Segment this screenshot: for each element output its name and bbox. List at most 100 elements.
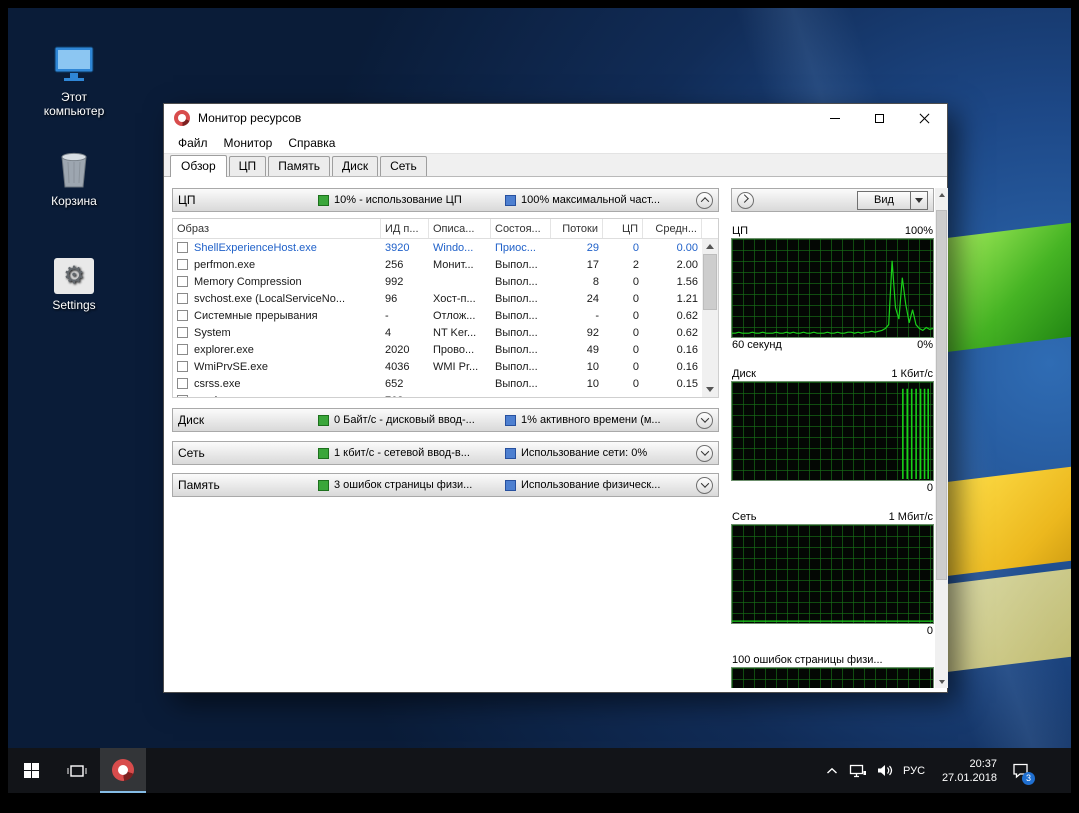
chevron-down-icon xyxy=(700,414,708,422)
scroll-down-icon[interactable] xyxy=(702,382,718,397)
desktop-icon-settings[interactable]: ⚙ Settings xyxy=(32,250,116,312)
process-description: Хост-п... xyxy=(429,293,491,305)
process-threads: 49 xyxy=(551,344,603,356)
tab-disk[interactable]: Диск xyxy=(332,156,378,176)
column-description[interactable]: Описа... xyxy=(429,219,491,238)
process-row[interactable]: Memory Compression 992 Выпол... 8 0 1.56 xyxy=(173,273,702,290)
process-checkbox[interactable] xyxy=(177,242,188,253)
scroll-up-icon[interactable] xyxy=(935,188,948,201)
disk-section-title: Диск xyxy=(178,413,318,427)
memory-section-header[interactable]: Память 3 ошибок страницы физи... Использ… xyxy=(172,473,719,497)
process-row[interactable]: ShellExperienceHost.exe 3920 Windo... Пр… xyxy=(173,239,702,256)
this-pc-icon xyxy=(32,42,116,86)
process-name: csrss.exe xyxy=(194,378,240,390)
process-checkbox[interactable] xyxy=(177,344,188,355)
maximize-icon xyxy=(875,114,884,123)
network-tray-button[interactable] xyxy=(845,748,871,793)
process-cpu: 0 xyxy=(603,276,643,288)
scrollbar-thumb[interactable] xyxy=(936,210,947,580)
tab-network[interactable]: Сеть xyxy=(380,156,427,176)
view-dropdown-arrow[interactable] xyxy=(911,191,928,210)
column-average[interactable]: Средн... xyxy=(643,219,702,238)
scroll-up-icon[interactable] xyxy=(702,239,718,254)
close-button[interactable] xyxy=(902,104,947,132)
expand-memory-section-button[interactable] xyxy=(696,477,713,494)
cpu-section-title: ЦП xyxy=(178,193,318,207)
column-status[interactable]: Состоя... xyxy=(491,219,551,238)
chevron-right-icon xyxy=(740,194,748,202)
volume-tray-button[interactable] xyxy=(871,748,897,793)
process-row[interactable]: explorer.exe 2020 Прово... Выпол... 49 0… xyxy=(173,341,702,358)
menu-file[interactable]: Файл xyxy=(170,136,216,150)
menu-help[interactable]: Справка xyxy=(280,136,343,150)
start-button[interactable] xyxy=(8,748,54,793)
tab-memory[interactable]: Память xyxy=(268,156,330,176)
process-average-cpu: 0.16 xyxy=(643,344,702,356)
process-checkbox[interactable] xyxy=(177,395,188,398)
network-icon xyxy=(849,763,867,779)
scrollbar-thumb[interactable] xyxy=(703,254,717,310)
desktop-icon-this-pc[interactable]: Этот компьютер xyxy=(32,42,116,118)
disk-section-header[interactable]: Диск 0 Байт/с - дисковый ввод-... 1% акт… xyxy=(172,408,719,432)
process-checkbox[interactable] xyxy=(177,327,188,338)
cpu-usage-graph xyxy=(731,238,934,338)
chevron-up-icon xyxy=(700,197,708,205)
process-name: Memory Compression xyxy=(194,276,302,288)
process-threads: - xyxy=(551,310,603,322)
process-cpu: 0 xyxy=(603,310,643,322)
process-row[interactable]: services.exe 768 xyxy=(173,392,702,397)
process-checkbox[interactable] xyxy=(177,310,188,321)
process-pid: - xyxy=(381,310,429,322)
column-cpu[interactable]: ЦП xyxy=(603,219,643,238)
network-section-header[interactable]: Сеть 1 кбит/с - сетевой ввод-в... Исполь… xyxy=(172,441,719,465)
overview-left-panel: ЦП 10% - использование ЦП 100% максималь… xyxy=(172,188,719,497)
task-view-button[interactable] xyxy=(54,748,100,793)
chevron-down-icon xyxy=(700,479,708,487)
menu-monitor[interactable]: Монитор xyxy=(216,136,281,150)
view-dropdown-button[interactable]: Вид xyxy=(857,191,928,210)
process-pid: 3920 xyxy=(381,242,429,254)
process-status: Выпол... xyxy=(491,276,551,288)
column-pid[interactable]: ИД п... xyxy=(381,219,429,238)
collapse-graphs-panel-button[interactable] xyxy=(737,192,754,209)
language-indicator[interactable]: РУС xyxy=(897,765,931,777)
process-threads: 29 xyxy=(551,242,603,254)
cpu-graph-title: ЦП xyxy=(732,225,748,237)
collapse-cpu-section-button[interactable] xyxy=(696,192,713,209)
process-threads: 92 xyxy=(551,327,603,339)
process-row[interactable]: csrss.exe 652 Выпол... 10 0 0.15 xyxy=(173,375,702,392)
process-checkbox[interactable] xyxy=(177,276,188,287)
action-center-button[interactable]: 3 xyxy=(1003,748,1037,793)
panel-scrollbar[interactable] xyxy=(935,188,948,688)
table-scrollbar[interactable] xyxy=(702,239,718,397)
maximize-button[interactable] xyxy=(857,104,902,132)
process-checkbox[interactable] xyxy=(177,293,188,304)
scroll-down-icon[interactable] xyxy=(935,675,948,688)
desktop-icon-recycle-bin[interactable]: Корзина xyxy=(32,146,116,208)
process-checkbox[interactable] xyxy=(177,259,188,270)
show-hidden-icons-button[interactable] xyxy=(819,748,845,793)
taskbar-resource-monitor-button[interactable] xyxy=(100,748,146,793)
process-row[interactable]: perfmon.exe 256 Монит... Выпол... 17 2 2… xyxy=(173,256,702,273)
process-checkbox[interactable] xyxy=(177,378,188,389)
cpu-section-header[interactable]: ЦП 10% - использование ЦП 100% максималь… xyxy=(172,188,719,212)
process-name: services.exe xyxy=(194,395,255,398)
expand-disk-section-button[interactable] xyxy=(696,412,713,429)
window-titlebar[interactable]: Монитор ресурсов xyxy=(164,104,947,132)
task-view-icon xyxy=(67,763,87,779)
cpu-graph-min: 0% xyxy=(917,339,933,351)
column-image[interactable]: Образ xyxy=(173,219,381,238)
process-row[interactable]: System 4 NT Ker... Выпол... 92 0 0.62 xyxy=(173,324,702,341)
process-row[interactable]: Системные прерывания - Отлож... Выпол...… xyxy=(173,307,702,324)
expand-network-section-button[interactable] xyxy=(696,445,713,462)
process-checkbox[interactable] xyxy=(177,361,188,372)
process-row[interactable]: svchost.exe (LocalServiceNo... 96 Хост-п… xyxy=(173,290,702,307)
column-threads[interactable]: Потоки xyxy=(551,219,603,238)
minimize-button[interactable] xyxy=(812,104,857,132)
process-row[interactable]: WmiPrvSE.exe 4036 WMI Pr... Выпол... 10 … xyxy=(173,358,702,375)
tab-cpu[interactable]: ЦП xyxy=(229,156,267,176)
process-pid: 256 xyxy=(381,259,429,271)
taskbar-clock[interactable]: 20:37 27.01.2018 xyxy=(931,757,1003,785)
tab-overview[interactable]: Обзор xyxy=(170,155,227,177)
process-threads: 10 xyxy=(551,378,603,390)
